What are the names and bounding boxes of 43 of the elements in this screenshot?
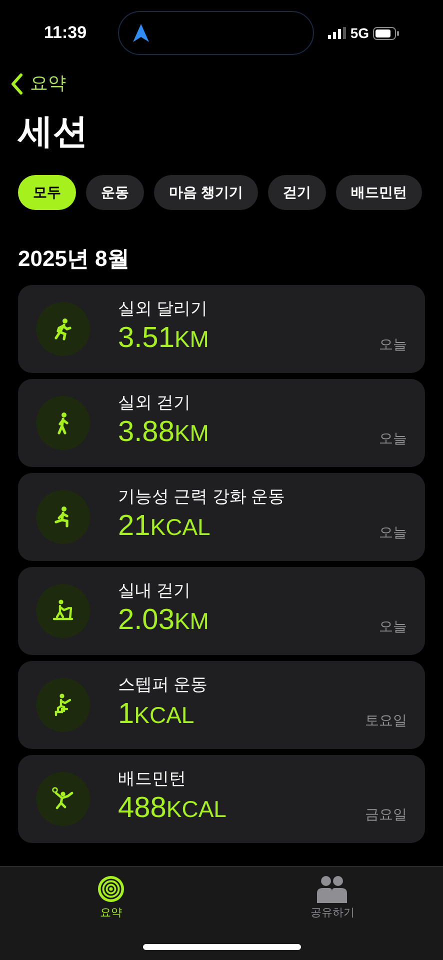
workout-value: 3.88KM (118, 415, 209, 450)
workout-day: 오늘 (379, 522, 407, 543)
session-card[interactable]: 실외 달리기 3.51KM 오늘 (18, 285, 425, 373)
filter-chip[interactable]: 마음 챙기기 (154, 175, 258, 210)
session-card[interactable]: 스텝퍼 운동 1KCAL 토요일 (18, 661, 425, 749)
workout-name: 실내 걷기 (118, 580, 191, 602)
back-chevron-icon (10, 72, 24, 94)
workout-day: 오늘 (379, 616, 407, 637)
workout-value: 1KCAL (118, 697, 194, 732)
status-time: 11:39 (44, 22, 88, 44)
workout-name: 기능성 근력 강화 운동 (118, 486, 286, 508)
workout-day: 금요일 (365, 804, 407, 825)
workout-value: 3.51KM (118, 321, 209, 356)
filter-chip[interactable]: 배드민턴 (336, 175, 422, 210)
workout-value: 21KCAL (118, 509, 210, 544)
page-title: 세션 (16, 111, 89, 153)
workout-day: 오늘 (379, 428, 407, 449)
network-label: 5G (350, 24, 369, 42)
tab-bar-item[interactable]: 요약 (96, 875, 125, 922)
workout-name: 스텝퍼 운동 (118, 674, 208, 696)
filter-chip[interactable]: 모두 (18, 175, 76, 210)
battery-icon (373, 26, 399, 40)
session-card[interactable]: 배드민턴 488KCAL 금요일 (18, 755, 425, 843)
back-link[interactable]: 요약 (10, 70, 66, 97)
workout-day: 토요일 (365, 710, 407, 731)
session-card[interactable]: 실외 걷기 3.88KM 오늘 (18, 379, 425, 467)
workout-value: 2.03KM (118, 603, 209, 638)
section-title: 2025년 8월 (17, 245, 130, 273)
location-arrow-icon (132, 24, 149, 42)
badminton-player-icon (50, 786, 76, 812)
workout-day: 오늘 (379, 334, 407, 355)
workout-name: 배드민턴 (118, 768, 186, 790)
session-card[interactable]: 실내 걷기 2.03KM 오늘 (18, 567, 425, 655)
filter-chip[interactable]: 걷기 (268, 175, 326, 210)
workout-value: 488KCAL (118, 791, 226, 826)
two-people-icon (315, 875, 350, 903)
workout-name: 실외 달리기 (118, 298, 208, 320)
workout-name: 실외 걷기 (118, 392, 191, 414)
tab-bar-item[interactable]: 공유하기 (310, 875, 354, 922)
session-card[interactable]: 기능성 근력 강화 운동 21KCAL 오늘 (18, 473, 425, 561)
filter-chip[interactable]: 운동 (86, 175, 144, 210)
signal-icon (328, 27, 346, 39)
activity-rings-icon (96, 875, 125, 903)
